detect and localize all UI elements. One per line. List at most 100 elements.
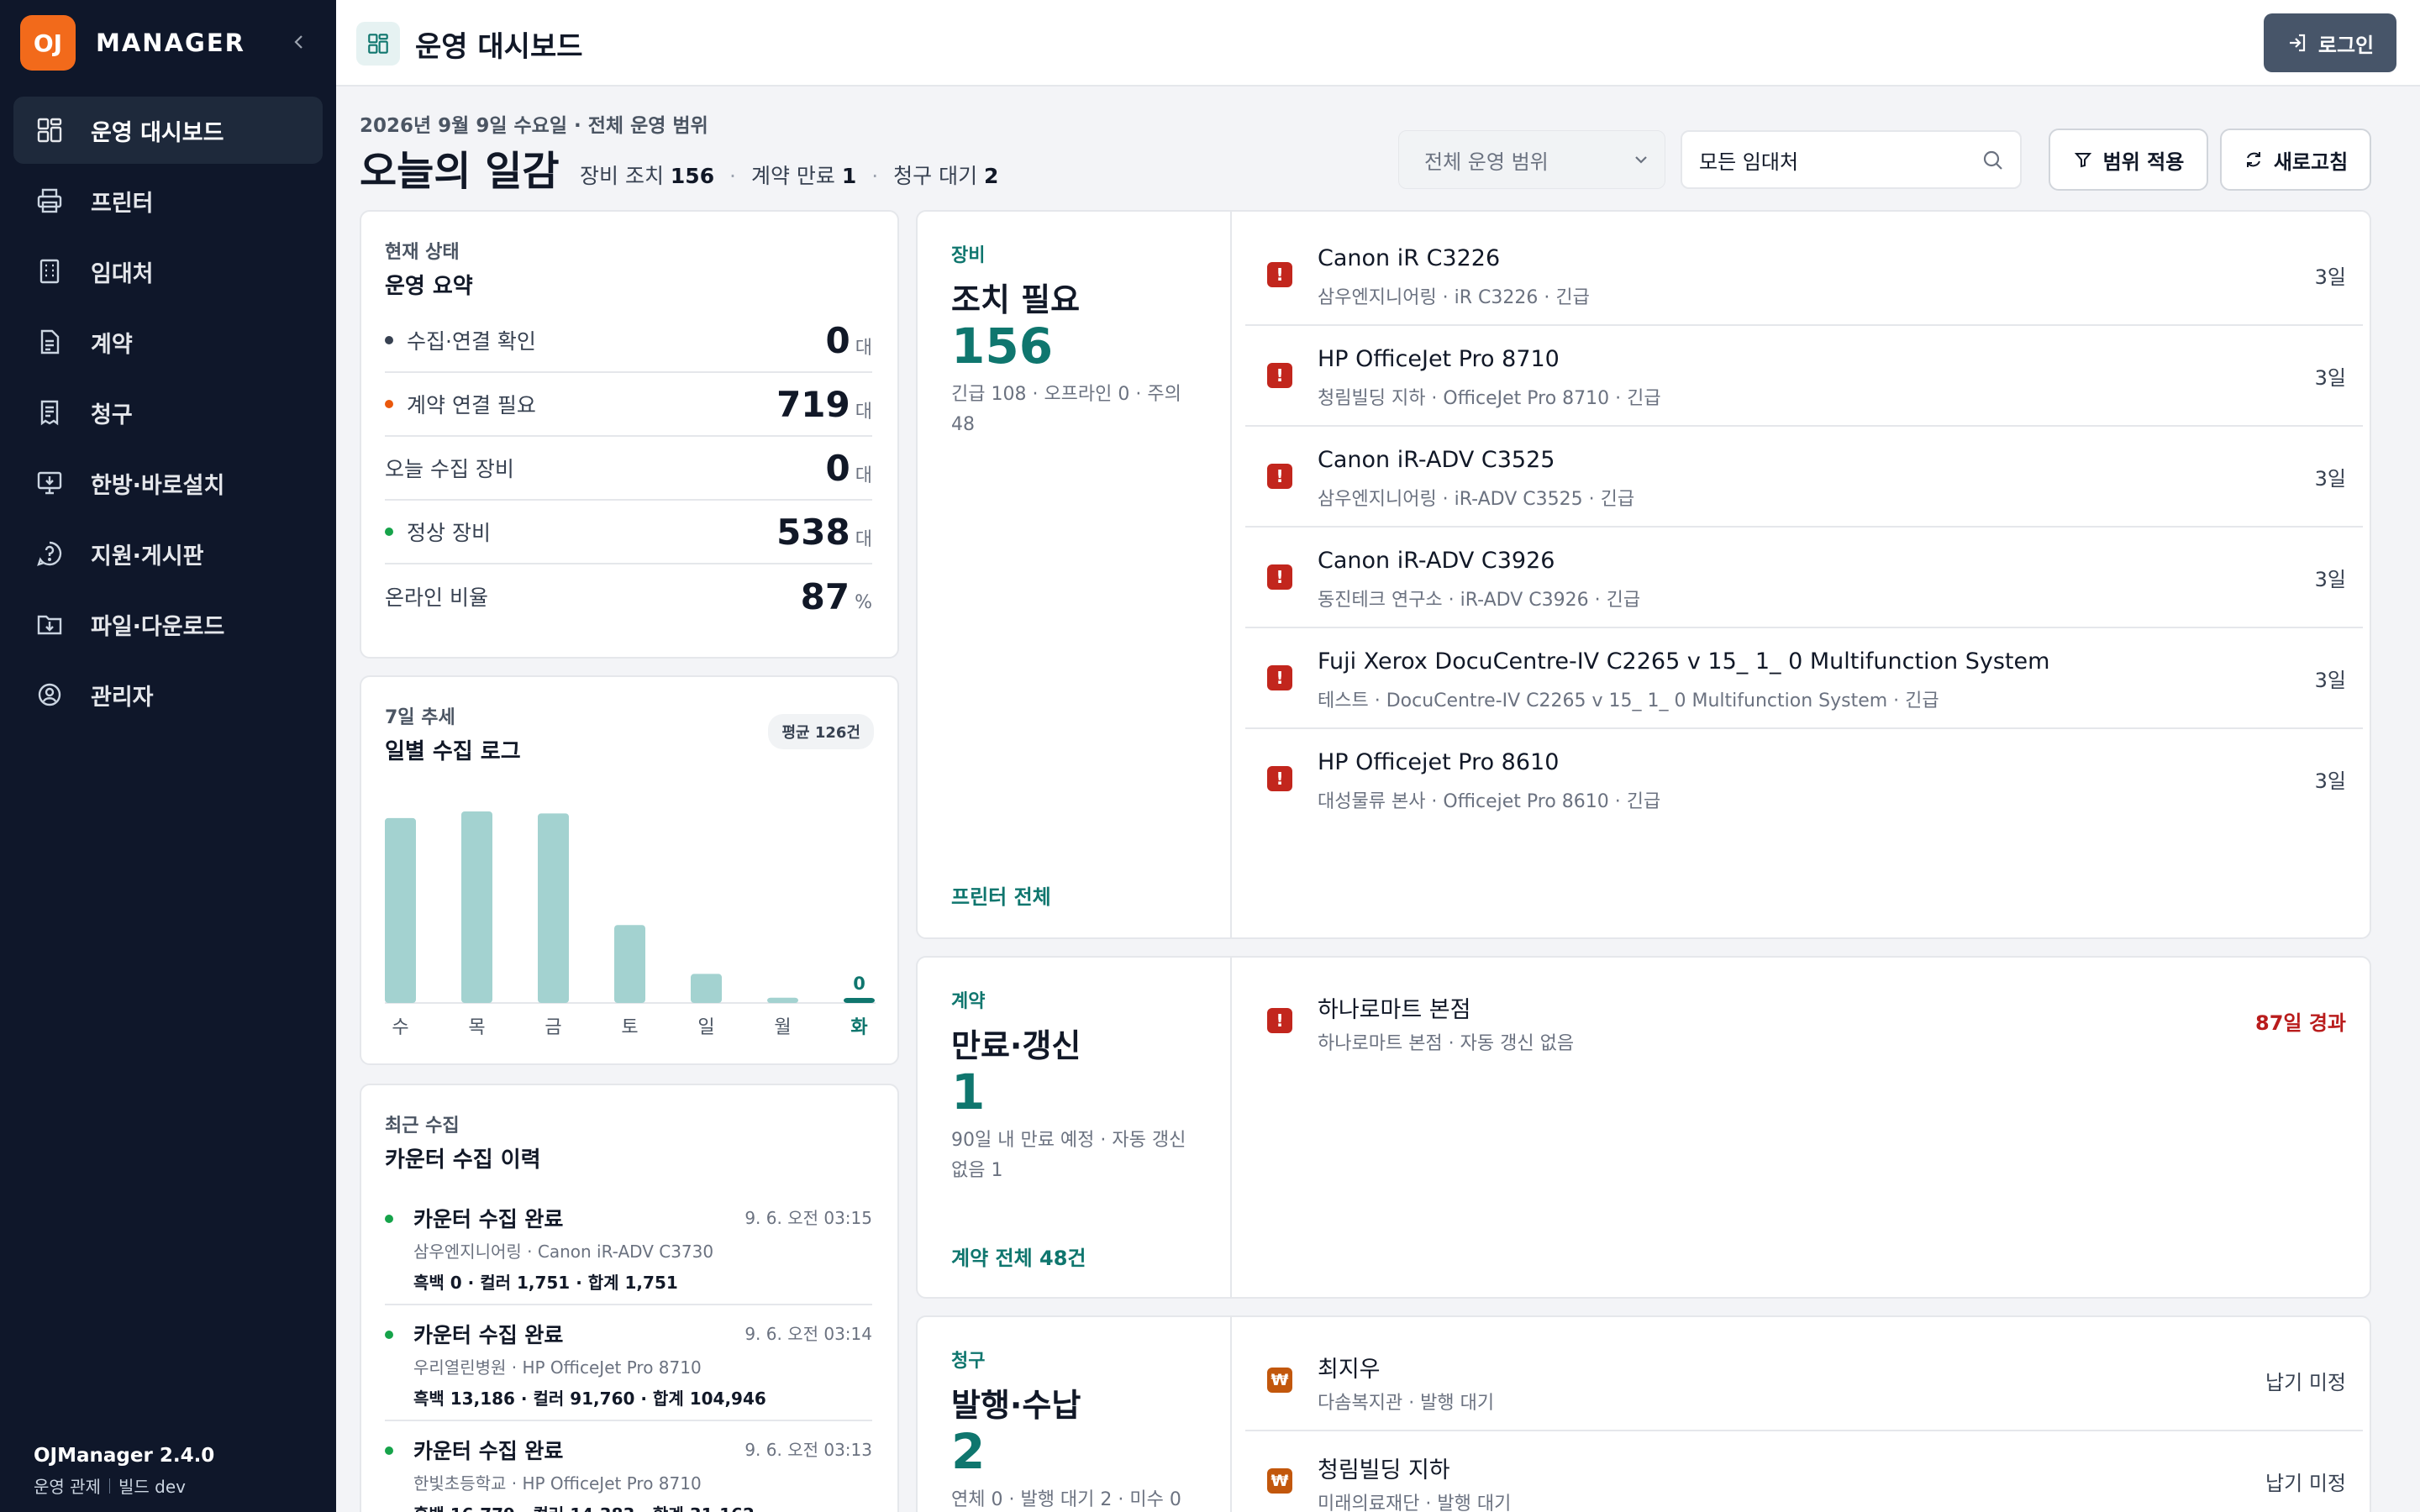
history-item[interactable]: 카운터 수집 완료 9. 6. 오전 03:14 우리열린병원 · HP Off… bbox=[385, 1319, 872, 1410]
sidebar-item-admin[interactable]: 관리자 bbox=[13, 661, 323, 728]
alert-icon: ! bbox=[1267, 665, 1292, 690]
folder-download-icon bbox=[35, 610, 64, 638]
contract-row[interactable]: ! 하나로마트 본점 하나로마트 본점 · 자동 갱신 없음 87일 경과 bbox=[1245, 971, 2363, 1072]
collapse-sidebar-button[interactable] bbox=[284, 27, 314, 57]
sidebar-nav: 운영 대시보드 프린터 임대처 계약 청구 한방·바로설치 지원·게시판 파일·… bbox=[13, 97, 323, 732]
sidebar-item-dashboard[interactable]: 운영 대시보드 bbox=[13, 97, 323, 164]
chart-bar[interactable] bbox=[385, 817, 416, 1003]
contract-tag: 계약 bbox=[951, 991, 986, 1012]
sidebar: OJ MANAGER 운영 대시보드 프린터 임대처 계약 청구 한방·바로설치… bbox=[0, 0, 336, 1512]
equipment-card: 장비 조치 필요 156 긴급 108 · 오프라인 0 · 주의 48 프린터… bbox=[916, 210, 2371, 939]
summary-billing-value: 2 bbox=[984, 164, 999, 188]
brand-logo[interactable]: OJ bbox=[20, 15, 76, 71]
alert-icon: ! bbox=[1267, 766, 1292, 791]
sidebar-item-tenants[interactable]: 임대처 bbox=[13, 238, 323, 305]
chart-bar[interactable] bbox=[614, 925, 645, 1003]
trend-chart: 수 목 금 토 일 월 화 0 bbox=[385, 811, 876, 1038]
app-version: OJManager 2.4.0 bbox=[34, 1445, 215, 1467]
equipment-row[interactable]: ! Canon iR-ADV C3926 동진테크 연구소 · iR-ADV C… bbox=[1245, 528, 2363, 628]
sidebar-item-billing[interactable]: 청구 bbox=[13, 379, 323, 446]
row-meta: 납기 미정 bbox=[2265, 1472, 2346, 1495]
row-title: HP Officejet Pro 8610 bbox=[1318, 749, 1560, 775]
chart-bar[interactable] bbox=[691, 974, 722, 1003]
history-counts: 흑백 13,186 · 컬러 91,760 · 합계 104,946 bbox=[413, 1389, 766, 1409]
equipment-row[interactable]: ! Fuji Xerox DocuCentre-IV C2265 v 15_ 1… bbox=[1245, 628, 2363, 729]
stat-unit: % bbox=[855, 591, 872, 613]
row-meta: 3일 bbox=[2314, 467, 2346, 491]
contract-count: 1 bbox=[951, 1063, 986, 1121]
sidebar-item-label: 프린터 bbox=[91, 190, 154, 217]
chart-bar[interactable] bbox=[767, 997, 798, 1003]
all-printers-link[interactable]: 프린터 전체 bbox=[951, 880, 1051, 910]
stat-row: 계약 연결 필요 719 대 bbox=[385, 373, 872, 437]
sidebar-footer: OJManager 2.4.0 운영 관제 빌드 dev bbox=[34, 1445, 214, 1498]
row-title: 청림빌딩 지하 bbox=[1318, 1457, 1450, 1483]
topbar: 운영 대시보드 로그인 bbox=[336, 0, 2420, 87]
dashboard-icon bbox=[356, 22, 400, 66]
printer-icon bbox=[35, 186, 64, 215]
help-circle-icon bbox=[35, 539, 64, 568]
sidebar-item-printer[interactable]: 프린터 bbox=[13, 167, 323, 234]
row-subtitle: 하나로마트 본점 · 자동 갱신 없음 bbox=[1318, 1033, 1575, 1054]
login-button[interactable]: 로그인 bbox=[2264, 13, 2396, 72]
history-time: 9. 6. 오전 03:14 bbox=[744, 1324, 872, 1344]
refresh-label: 새로고침 bbox=[2273, 150, 2349, 174]
sidebar-item-label: 관리자 bbox=[91, 684, 154, 711]
monitor-download-icon bbox=[35, 469, 64, 497]
summary-line: 장비 조치 156 · 계약 만료 1 · 청구 대기 2 bbox=[580, 164, 999, 188]
all-contracts-link[interactable]: 계약 전체 48건 bbox=[951, 1242, 1086, 1271]
tenant-search-value: 모든 임대처 bbox=[1699, 150, 1799, 174]
billing-count: 2 bbox=[951, 1423, 986, 1480]
sidebar-item-support[interactable]: 지원·게시판 bbox=[13, 520, 323, 587]
chart-bar[interactable] bbox=[844, 998, 875, 1003]
stat-value: 0 bbox=[825, 319, 850, 361]
alert-icon: ! bbox=[1267, 564, 1292, 590]
refresh-button[interactable]: 새로고침 bbox=[2220, 129, 2371, 191]
apply-scope-button[interactable]: 범위 적용 bbox=[2049, 129, 2208, 191]
billing-title: 발행·수납 bbox=[951, 1387, 1081, 1424]
chart-bar[interactable] bbox=[538, 813, 569, 1003]
row-meta: 납기 미정 bbox=[2265, 1371, 2346, 1394]
footer-mode: 운영 관제 bbox=[34, 1477, 101, 1497]
history-counts: 흑백 0 · 컬러 1,751 · 합계 1,751 bbox=[413, 1273, 678, 1293]
page-header-title: 운영 대시보드 bbox=[415, 30, 583, 64]
divider bbox=[385, 1304, 872, 1305]
sidebar-item-contracts[interactable]: 계약 bbox=[13, 308, 323, 375]
row-subtitle: 대성물류 본사 · Officejet Pro 8610 · 긴급 bbox=[1318, 791, 1661, 812]
contract-desc: 90일 내 만료 예정 · 자동 갱신 없음 1 bbox=[951, 1130, 1186, 1181]
history-card-subtitle: 최근 수집 bbox=[385, 1116, 460, 1137]
sidebar-item-label: 지원·게시판 bbox=[91, 543, 204, 570]
chart-tick-label: 토 bbox=[621, 1017, 638, 1038]
status-card: 현재 상태 운영 요약 수집·연결 확인 0 대 계약 연결 필요 719 대 … bbox=[360, 210, 899, 659]
chart-bar[interactable] bbox=[461, 811, 492, 1003]
won-icon: ₩ bbox=[1267, 1468, 1292, 1494]
status-dot bbox=[385, 1215, 393, 1223]
row-subtitle: 삼우엔지니어링 · iR-ADV C3525 · 긴급 bbox=[1318, 489, 1635, 510]
equipment-row[interactable]: ! Canon iR-ADV C3525 삼우엔지니어링 · iR-ADV C3… bbox=[1245, 427, 2363, 528]
history-item[interactable]: 카운터 수집 완료 9. 6. 오전 03:15 삼우엔지니어링 · Canon… bbox=[385, 1203, 872, 1294]
sidebar-item-files[interactable]: 파일·다운로드 bbox=[13, 591, 323, 658]
billing-row[interactable]: ₩ 청림빌딩 지하 미래의료재단 · 발행 대기 납기 미정 bbox=[1245, 1431, 2363, 1512]
stat-value: 0 bbox=[825, 447, 850, 489]
apply-label: 범위 적용 bbox=[2102, 150, 2185, 174]
stat-value: 538 bbox=[776, 511, 850, 553]
equipment-row[interactable]: ! HP OfficeJet Pro 8710 청림빌딩 지하 · Office… bbox=[1245, 326, 2363, 427]
history-item[interactable]: 카운터 수집 완료 9. 6. 오전 03:13 한빛초등학교 · HP Off… bbox=[385, 1435, 872, 1512]
equipment-row[interactable]: ! Canon iR C3226 삼우엔지니어링 · iR C3226 · 긴급… bbox=[1245, 225, 2363, 326]
row-meta: 3일 bbox=[2314, 669, 2346, 692]
status-dot bbox=[385, 1331, 393, 1339]
billing-row[interactable]: ₩ 최지우 다솜복지관 · 발행 대기 납기 미정 bbox=[1245, 1331, 2363, 1431]
row-title: HP OfficeJet Pro 8710 bbox=[1318, 346, 1560, 372]
row-subtitle: 삼우엔지니어링 · iR C3226 · 긴급 bbox=[1318, 287, 1590, 308]
billing-summary: 청구 발행·수납 2 연체 0 · 발행 대기 2 · 미수 0 bbox=[918, 1317, 1232, 1512]
row-meta: 3일 bbox=[2314, 366, 2346, 390]
sidebar-item-label: 청구 bbox=[91, 402, 133, 428]
tenant-search-input[interactable]: 모든 임대처 bbox=[1681, 130, 2022, 189]
chart-tick-label: 수 bbox=[392, 1017, 408, 1038]
scope-select[interactable]: 전체 운영 범위 bbox=[1398, 130, 1665, 189]
equipment-row[interactable]: ! HP Officejet Pro 8610 대성물류 본사 · Office… bbox=[1245, 729, 2363, 830]
chart-tick-label: 목 bbox=[468, 1017, 485, 1038]
sidebar-item-install[interactable]: 한방·바로설치 bbox=[13, 449, 323, 517]
stat-label: 온라인 비율 bbox=[385, 585, 488, 610]
chevron-down-icon bbox=[1635, 156, 1647, 164]
